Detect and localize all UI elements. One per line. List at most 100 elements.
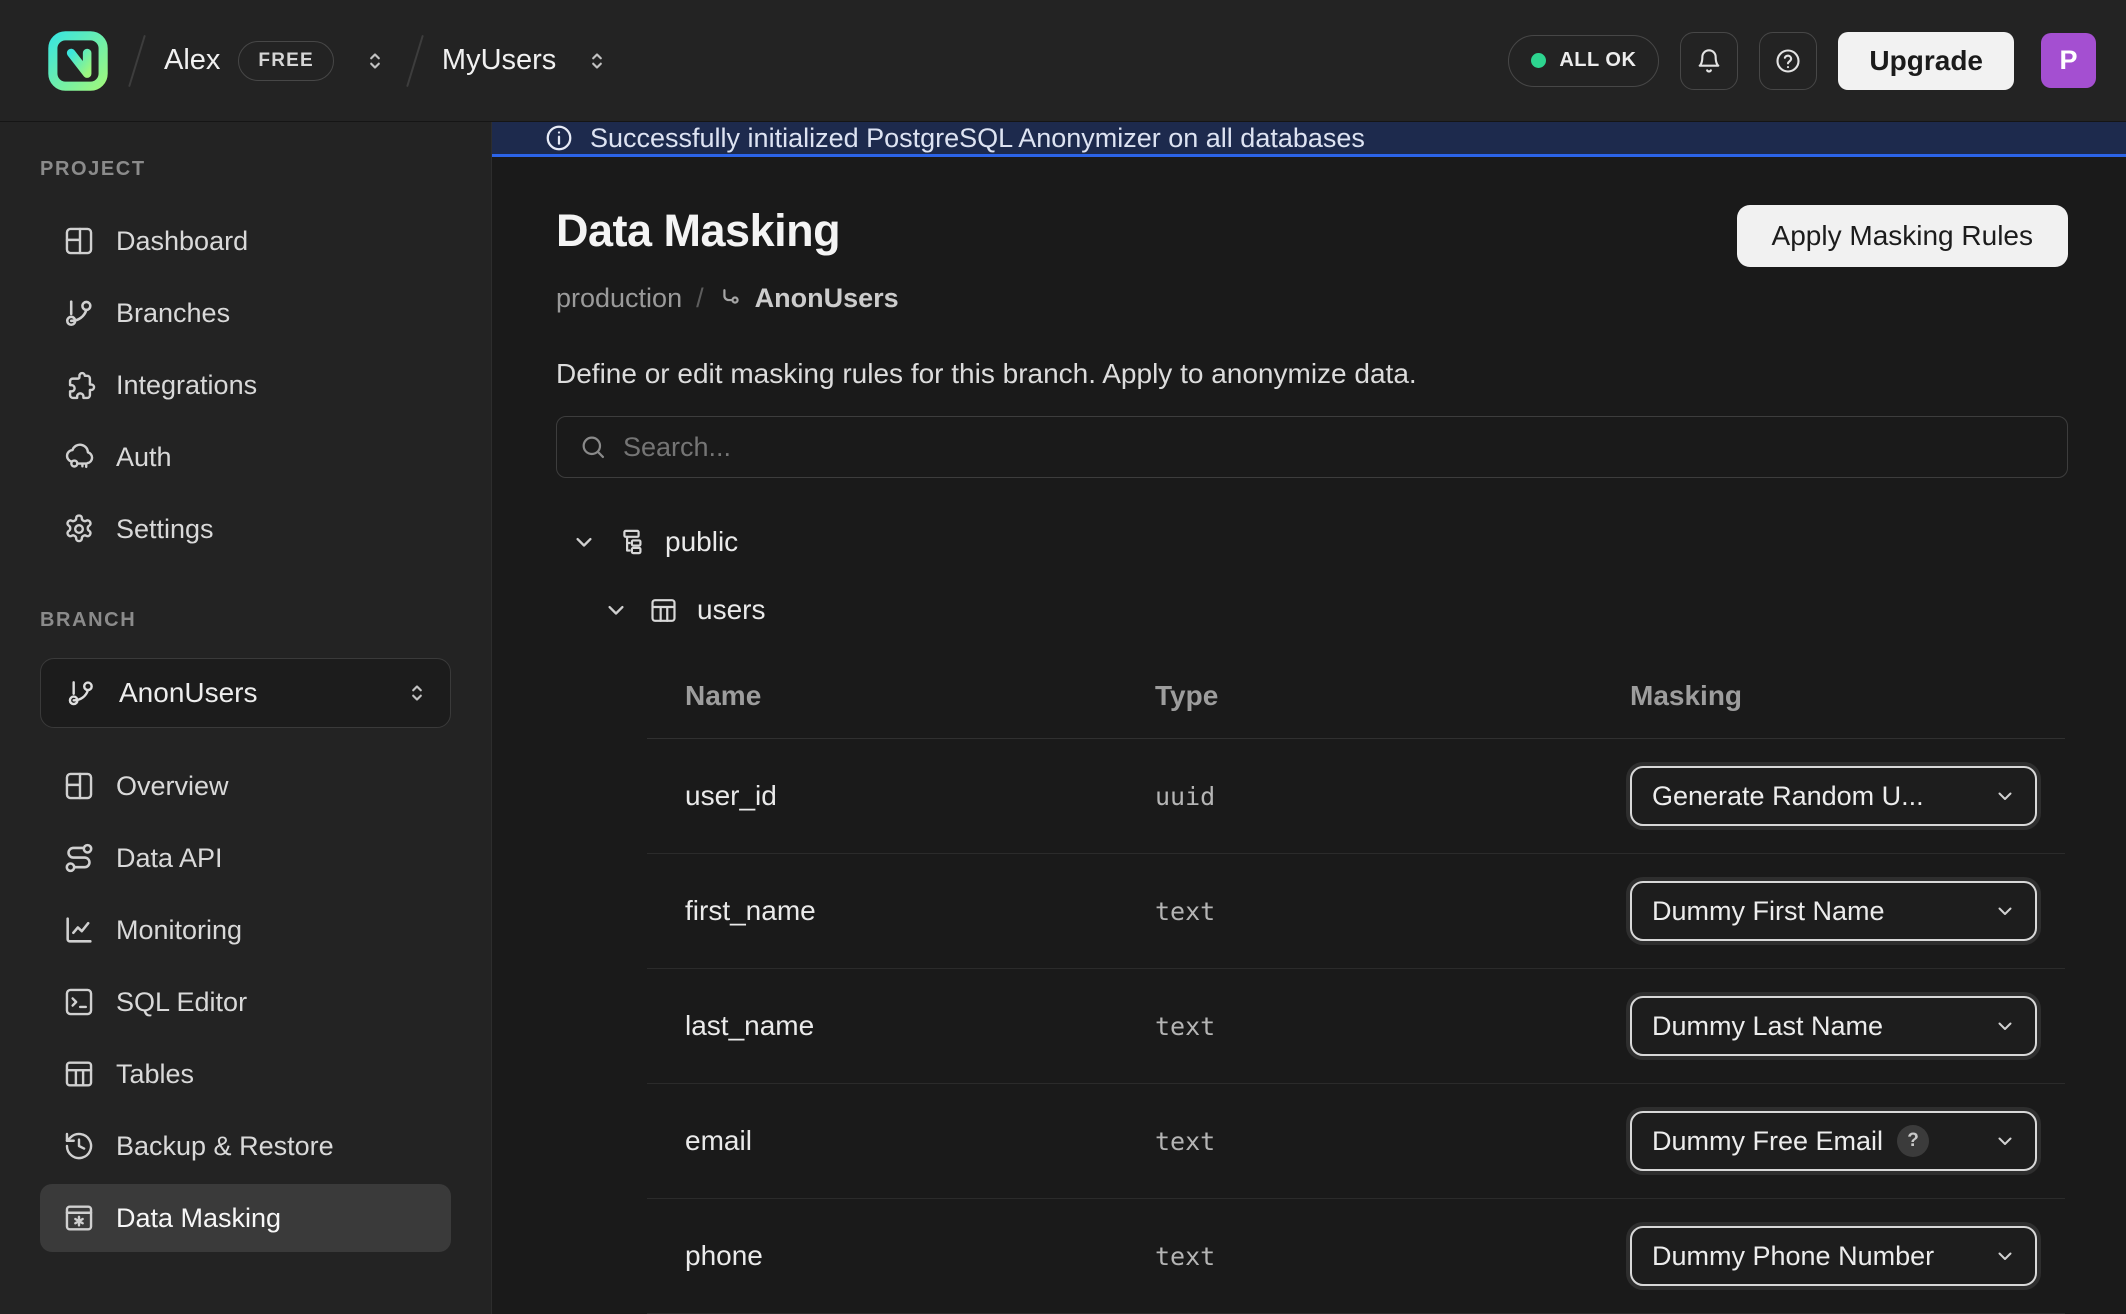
sidebar-item-data-masking[interactable]: Data Masking xyxy=(40,1184,451,1252)
chevron-updown-icon xyxy=(404,680,430,706)
sidebar-item-data-api[interactable]: Data API xyxy=(40,824,451,892)
table-row: email text Dummy Free Email ? xyxy=(647,1084,2065,1199)
search-box xyxy=(556,416,2068,478)
masking-select[interactable]: Dummy Phone Number xyxy=(1630,1226,2037,1286)
org-switcher[interactable]: Alex FREE xyxy=(164,41,388,81)
sidebar: PROJECT Dashboard Branches Integrations … xyxy=(0,122,492,1314)
page-description: Define or edit masking rules for this br… xyxy=(556,358,2068,390)
sidebar-item-overview[interactable]: Overview xyxy=(40,752,451,820)
header-type: Type xyxy=(1155,680,1630,712)
project-switcher[interactable]: MyUsers xyxy=(442,44,610,77)
help-button[interactable] xyxy=(1759,32,1817,90)
branch-icon xyxy=(65,677,97,709)
user-avatar[interactable]: P xyxy=(2041,33,2096,88)
sidebar-item-sql-editor[interactable]: SQL Editor xyxy=(40,968,451,1036)
breadcrumb-branch[interactable]: AnonUsers xyxy=(718,283,899,314)
main-content: Successfully initialized PostgreSQL Anon… xyxy=(492,122,2126,1314)
chevron-down-icon xyxy=(1993,784,2017,808)
upgrade-button[interactable]: Upgrade xyxy=(1838,32,2014,90)
project-name: MyUsers xyxy=(442,44,556,77)
terminal-icon xyxy=(62,985,96,1019)
masking-select[interactable]: Dummy Last Name xyxy=(1630,996,2037,1056)
column-type: text xyxy=(1155,897,1630,926)
branch-selector-value: AnonUsers xyxy=(119,677,258,709)
branch-corner-icon xyxy=(718,285,746,313)
section-label-branch: BRANCH xyxy=(40,609,451,632)
chevron-updown-icon xyxy=(584,48,610,74)
history-icon xyxy=(62,1129,96,1163)
sidebar-item-backup-restore[interactable]: Backup & Restore xyxy=(40,1112,451,1180)
status-label: ALL OK xyxy=(1559,49,1636,72)
column-type: text xyxy=(1155,1242,1630,1271)
chevron-down-icon xyxy=(1993,1014,2017,1038)
tree-node-table[interactable]: users xyxy=(602,594,2068,626)
apply-masking-rules-button[interactable]: Apply Masking Rules xyxy=(1737,205,2068,267)
masking-select-value: Dummy Phone Number xyxy=(1652,1241,1934,1272)
breadcrumb-parent[interactable]: production xyxy=(556,283,682,314)
column-name: phone xyxy=(647,1240,1155,1272)
masking-select[interactable]: Generate Random U... xyxy=(1630,766,2037,826)
table-row: first_name text Dummy First Name xyxy=(647,854,2065,969)
topbar: Alex FREE MyUsers ALL OK Upgrade P xyxy=(0,0,2126,122)
table-row: last_name text Dummy Last Name xyxy=(647,969,2065,1084)
masking-select[interactable]: Dummy First Name xyxy=(1630,881,2037,941)
mask-window-icon xyxy=(62,1201,96,1235)
sidebar-item-dashboard[interactable]: Dashboard xyxy=(40,207,451,275)
chevron-down-icon xyxy=(1993,1129,2017,1153)
page-title: Data Masking xyxy=(556,205,840,257)
header-masking: Masking xyxy=(1630,680,2065,712)
banner-message: Successfully initialized PostgreSQL Anon… xyxy=(590,123,1365,154)
search-input[interactable] xyxy=(623,432,2045,463)
column-type: uuid xyxy=(1155,782,1630,811)
branch-icon xyxy=(62,296,96,330)
puzzle-icon xyxy=(62,368,96,402)
schema-icon xyxy=(616,527,647,558)
section-label-project: PROJECT xyxy=(40,158,451,181)
columns-table: Name Type Masking user_id uuid Generate … xyxy=(647,654,2065,1314)
masking-select-value: Dummy Last Name xyxy=(1652,1011,1883,1042)
chevron-down-icon xyxy=(1993,1244,2017,1268)
header-name: Name xyxy=(647,680,1155,712)
info-icon xyxy=(544,123,574,153)
chevron-down-icon xyxy=(1993,899,2017,923)
branch-selector[interactable]: AnonUsers xyxy=(40,658,451,728)
notifications-button[interactable] xyxy=(1680,32,1738,90)
table-icon xyxy=(62,1057,96,1091)
plan-badge: FREE xyxy=(238,41,333,81)
masking-select-value: Generate Random U... xyxy=(1652,781,1924,812)
sidebar-item-settings[interactable]: Settings xyxy=(40,495,451,563)
org-name: Alex xyxy=(164,44,220,77)
breadcrumb-separator: / xyxy=(696,283,704,314)
sidebar-item-monitoring[interactable]: Monitoring xyxy=(40,896,451,964)
status-ok-dot xyxy=(1531,53,1546,68)
masking-select-value: Dummy Free Email xyxy=(1652,1126,1883,1157)
chevron-updown-icon xyxy=(362,48,388,74)
tree-node-schema[interactable]: public xyxy=(570,526,2068,558)
sidebar-item-integrations[interactable]: Integrations xyxy=(40,351,451,419)
breadcrumb: production / AnonUsers xyxy=(556,283,2068,314)
status-badge[interactable]: ALL OK xyxy=(1508,35,1659,87)
sidebar-item-tables[interactable]: Tables xyxy=(40,1040,451,1108)
masking-select[interactable]: Dummy Free Email ? xyxy=(1630,1111,2037,1171)
column-type: text xyxy=(1155,1127,1630,1156)
chevron-down-icon xyxy=(570,528,598,556)
table-icon xyxy=(648,595,679,626)
masking-select-value: Dummy First Name xyxy=(1652,896,1885,927)
bell-icon xyxy=(1695,47,1723,75)
gear-icon xyxy=(62,512,96,546)
column-name: user_id xyxy=(647,780,1155,812)
sidebar-item-branches[interactable]: Branches xyxy=(40,279,451,347)
overview-icon xyxy=(62,769,96,803)
schema-name: public xyxy=(665,526,738,558)
table-row: user_id uuid Generate Random U... xyxy=(647,739,2065,854)
dashboard-icon xyxy=(62,224,96,258)
column-name: email xyxy=(647,1125,1155,1157)
help-icon[interactable]: ? xyxy=(1897,1125,1929,1157)
chevron-down-icon xyxy=(602,596,630,624)
neon-logo-icon[interactable] xyxy=(46,29,110,93)
branch-nav: Overview Data API Monitoring SQL Editor … xyxy=(40,752,451,1252)
table-row: phone text Dummy Phone Number xyxy=(647,1199,2065,1314)
chart-line-icon xyxy=(62,913,96,947)
success-banner: Successfully initialized PostgreSQL Anon… xyxy=(492,122,2126,157)
sidebar-item-auth[interactable]: Auth xyxy=(40,423,451,491)
